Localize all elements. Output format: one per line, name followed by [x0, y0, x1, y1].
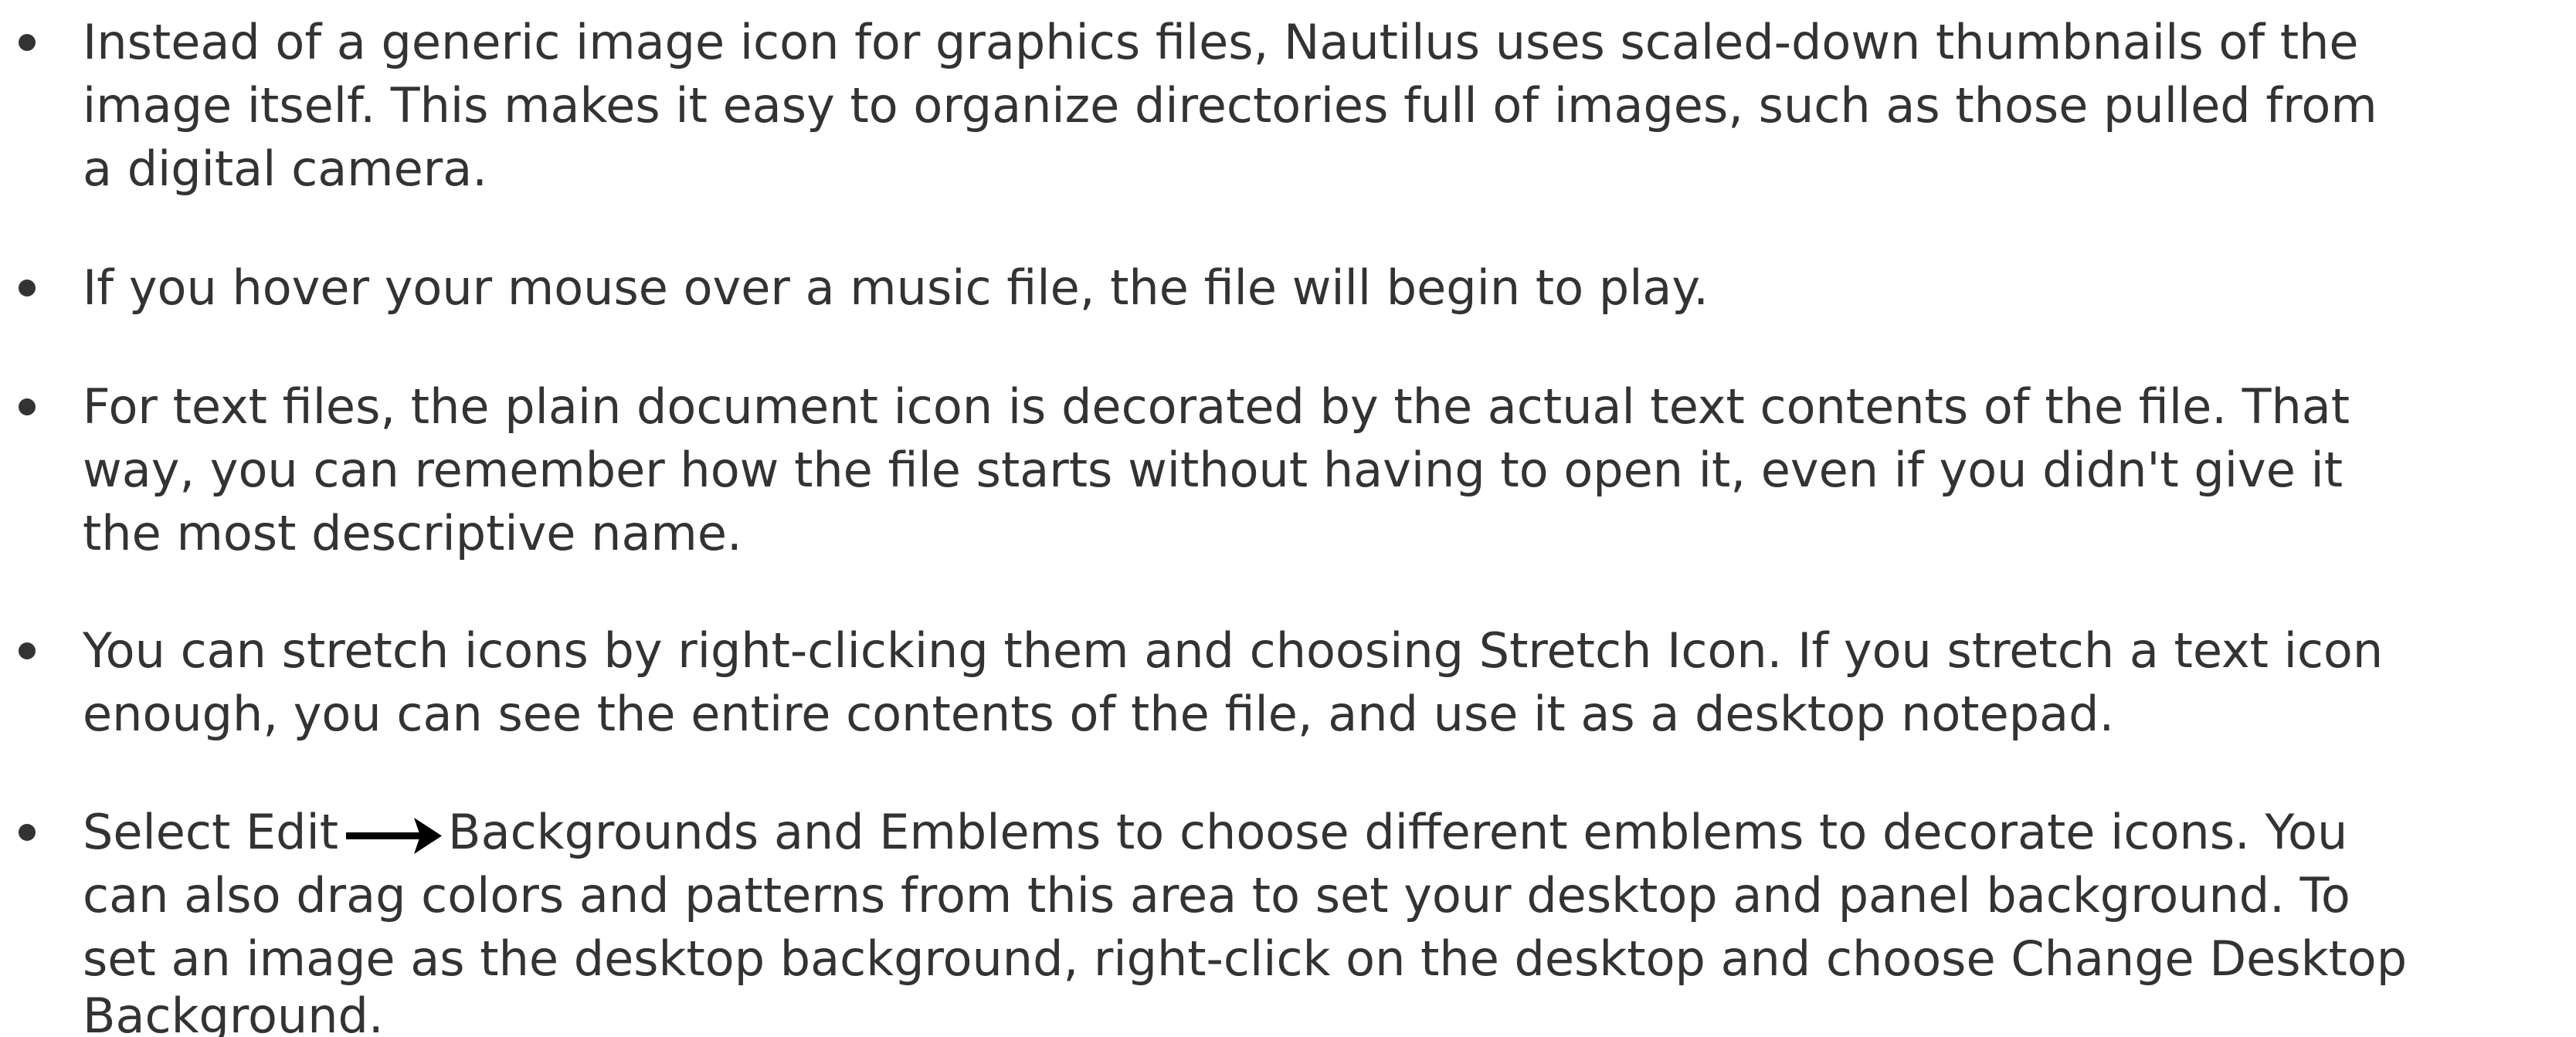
- list-item-line: set an image as the desktop background, …: [83, 930, 2408, 987]
- list-item: Select Edit Backgrounds and Emblems to ch…: [0, 791, 2576, 1037]
- list-item-line: You can stretch icons by right-clicking …: [83, 622, 2384, 679]
- list-item-line: the most descriptive name.: [83, 505, 742, 561]
- list-item-line: Background.: [83, 988, 384, 1037]
- list-item-line: For text files, the plain document icon …: [83, 378, 2350, 435]
- menu-path-backgrounds-and-emblems: Backgrounds and Emblems to choose differ…: [448, 804, 2348, 860]
- document-page: Instead of a generic image icon for grap…: [0, 0, 2576, 1037]
- list-item-line: image itself. This makes it easy to orga…: [83, 77, 2377, 134]
- list-item-line: Select Edit Backgrounds and Emblems to ch…: [83, 801, 2347, 864]
- list-item-line: a digital camera.: [83, 141, 487, 197]
- list-item: If you hover your mouse over a music fil…: [0, 247, 2576, 332]
- list-item: For text files, the plain document icon …: [0, 363, 2576, 571]
- list-item-line: enough, you can see the entire contents …: [83, 686, 2115, 742]
- bullet-icon: [19, 642, 36, 659]
- list-item: Instead of a generic image icon for grap…: [0, 0, 2576, 208]
- bullet-icon: [19, 280, 36, 297]
- list-item: You can stretch icons by right-clicking …: [0, 610, 2576, 757]
- list-item-line: If you hover your mouse over a music fil…: [83, 259, 1709, 316]
- bullet-icon: [19, 824, 36, 841]
- menu-path-edit: Select Edit: [83, 804, 339, 860]
- list-item-line: Instead of a generic image icon for grap…: [83, 14, 2359, 70]
- list-item-line: way, you can remember how the file start…: [83, 442, 2344, 498]
- list-item-line: can also drag colors and patterns from t…: [83, 867, 2350, 923]
- bullet-icon: [19, 34, 36, 51]
- right-arrow-icon: [346, 817, 443, 854]
- bullet-icon: [19, 398, 36, 415]
